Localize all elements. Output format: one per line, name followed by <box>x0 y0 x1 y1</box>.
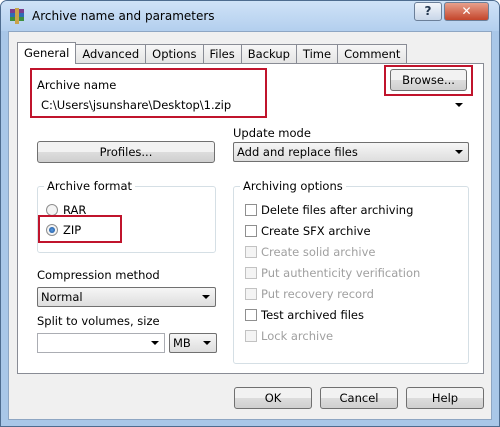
checkbox-label: Create SFX archive <box>261 224 371 238</box>
split-volumes-input[interactable] <box>37 333 165 353</box>
compression-method-value: Normal <box>41 290 83 304</box>
lock-archive-checkbox: Lock archive <box>245 328 333 344</box>
close-button[interactable]: ✕ <box>444 2 489 21</box>
window-title: Archive name and parameters <box>32 9 215 23</box>
tab-options[interactable]: Options <box>145 44 204 64</box>
checkbox-icon <box>245 267 257 279</box>
ok-button[interactable]: OK <box>234 387 312 409</box>
tab-strip: General Advanced Options Files Backup Ti… <box>17 42 408 64</box>
tab-backup[interactable]: Backup <box>240 44 297 64</box>
split-volumes-label: Split to volumes, size <box>37 314 160 328</box>
update-mode-value: Add and replace files <box>237 145 358 159</box>
checkbox-icon <box>245 309 257 321</box>
checkbox-label: Put authenticity verification <box>261 266 421 280</box>
browse-highlight <box>384 65 473 96</box>
recovery-record-checkbox: Put recovery record <box>245 286 374 302</box>
title-bar[interactable]: Archive name and parameters ? ✕ <box>1 1 499 31</box>
tab-files[interactable]: Files <box>202 44 242 64</box>
split-unit-value: MB <box>173 336 191 350</box>
chevron-down-icon <box>203 341 211 345</box>
test-archived-files-checkbox[interactable]: Test archived files <box>245 307 364 323</box>
zip-highlight <box>38 215 122 243</box>
split-unit-select[interactable]: MB <box>169 333 217 353</box>
chevron-down-icon <box>151 341 159 345</box>
checkbox-label: Lock archive <box>261 329 334 343</box>
tab-time[interactable]: Time <box>295 44 339 64</box>
close-icon: ✕ <box>461 4 472 18</box>
winrar-app-icon <box>10 8 24 24</box>
cancel-button[interactable]: Cancel <box>320 387 398 409</box>
checkbox-icon <box>245 330 257 342</box>
dialog-window: Archive name and parameters ? ✕ General … <box>0 0 500 427</box>
chevron-down-icon <box>202 295 210 299</box>
general-tab-page: Archive name C:\Users\jsunshare\Desktop\… <box>17 63 484 374</box>
profiles-button[interactable]: Profiles... <box>37 141 215 163</box>
help-title-button[interactable]: ? <box>414 2 442 21</box>
tab-comment[interactable]: Comment <box>337 44 408 64</box>
compression-method-select[interactable]: Normal <box>37 287 216 307</box>
checkbox-icon <box>245 288 257 300</box>
checkbox-icon <box>245 204 257 216</box>
checkbox-label: Create solid archive <box>261 245 376 259</box>
tab-general[interactable]: General <box>17 42 77 64</box>
archiving-options-label: Archiving options <box>240 179 346 193</box>
update-mode-select[interactable]: Add and replace files <box>233 142 469 162</box>
chevron-down-icon[interactable] <box>455 103 463 107</box>
compression-method-label: Compression method <box>37 268 160 282</box>
create-sfx-checkbox[interactable]: Create SFX archive <box>245 223 371 239</box>
chevron-down-icon <box>455 150 463 154</box>
authenticity-verification-checkbox: Put authenticity verification <box>245 265 420 281</box>
checkbox-label: Put recovery record <box>261 287 374 301</box>
tab-advanced[interactable]: Advanced <box>75 44 147 64</box>
update-mode-label: Update mode <box>233 126 311 140</box>
create-solid-checkbox: Create solid archive <box>245 244 375 260</box>
checkbox-icon <box>245 246 257 258</box>
checkbox-label: Delete files after archiving <box>261 203 414 217</box>
help-button[interactable]: Help <box>406 387 484 409</box>
delete-after-archiving-checkbox[interactable]: Delete files after archiving <box>245 202 413 218</box>
dialog-client-area: General Advanced Options Files Backup Ti… <box>8 31 492 420</box>
question-icon: ? <box>424 4 432 18</box>
checkbox-label: Test archived files <box>261 308 364 322</box>
archive-format-label: Archive format <box>44 179 136 193</box>
archive-name-highlight <box>30 68 267 118</box>
checkbox-icon <box>245 225 257 237</box>
